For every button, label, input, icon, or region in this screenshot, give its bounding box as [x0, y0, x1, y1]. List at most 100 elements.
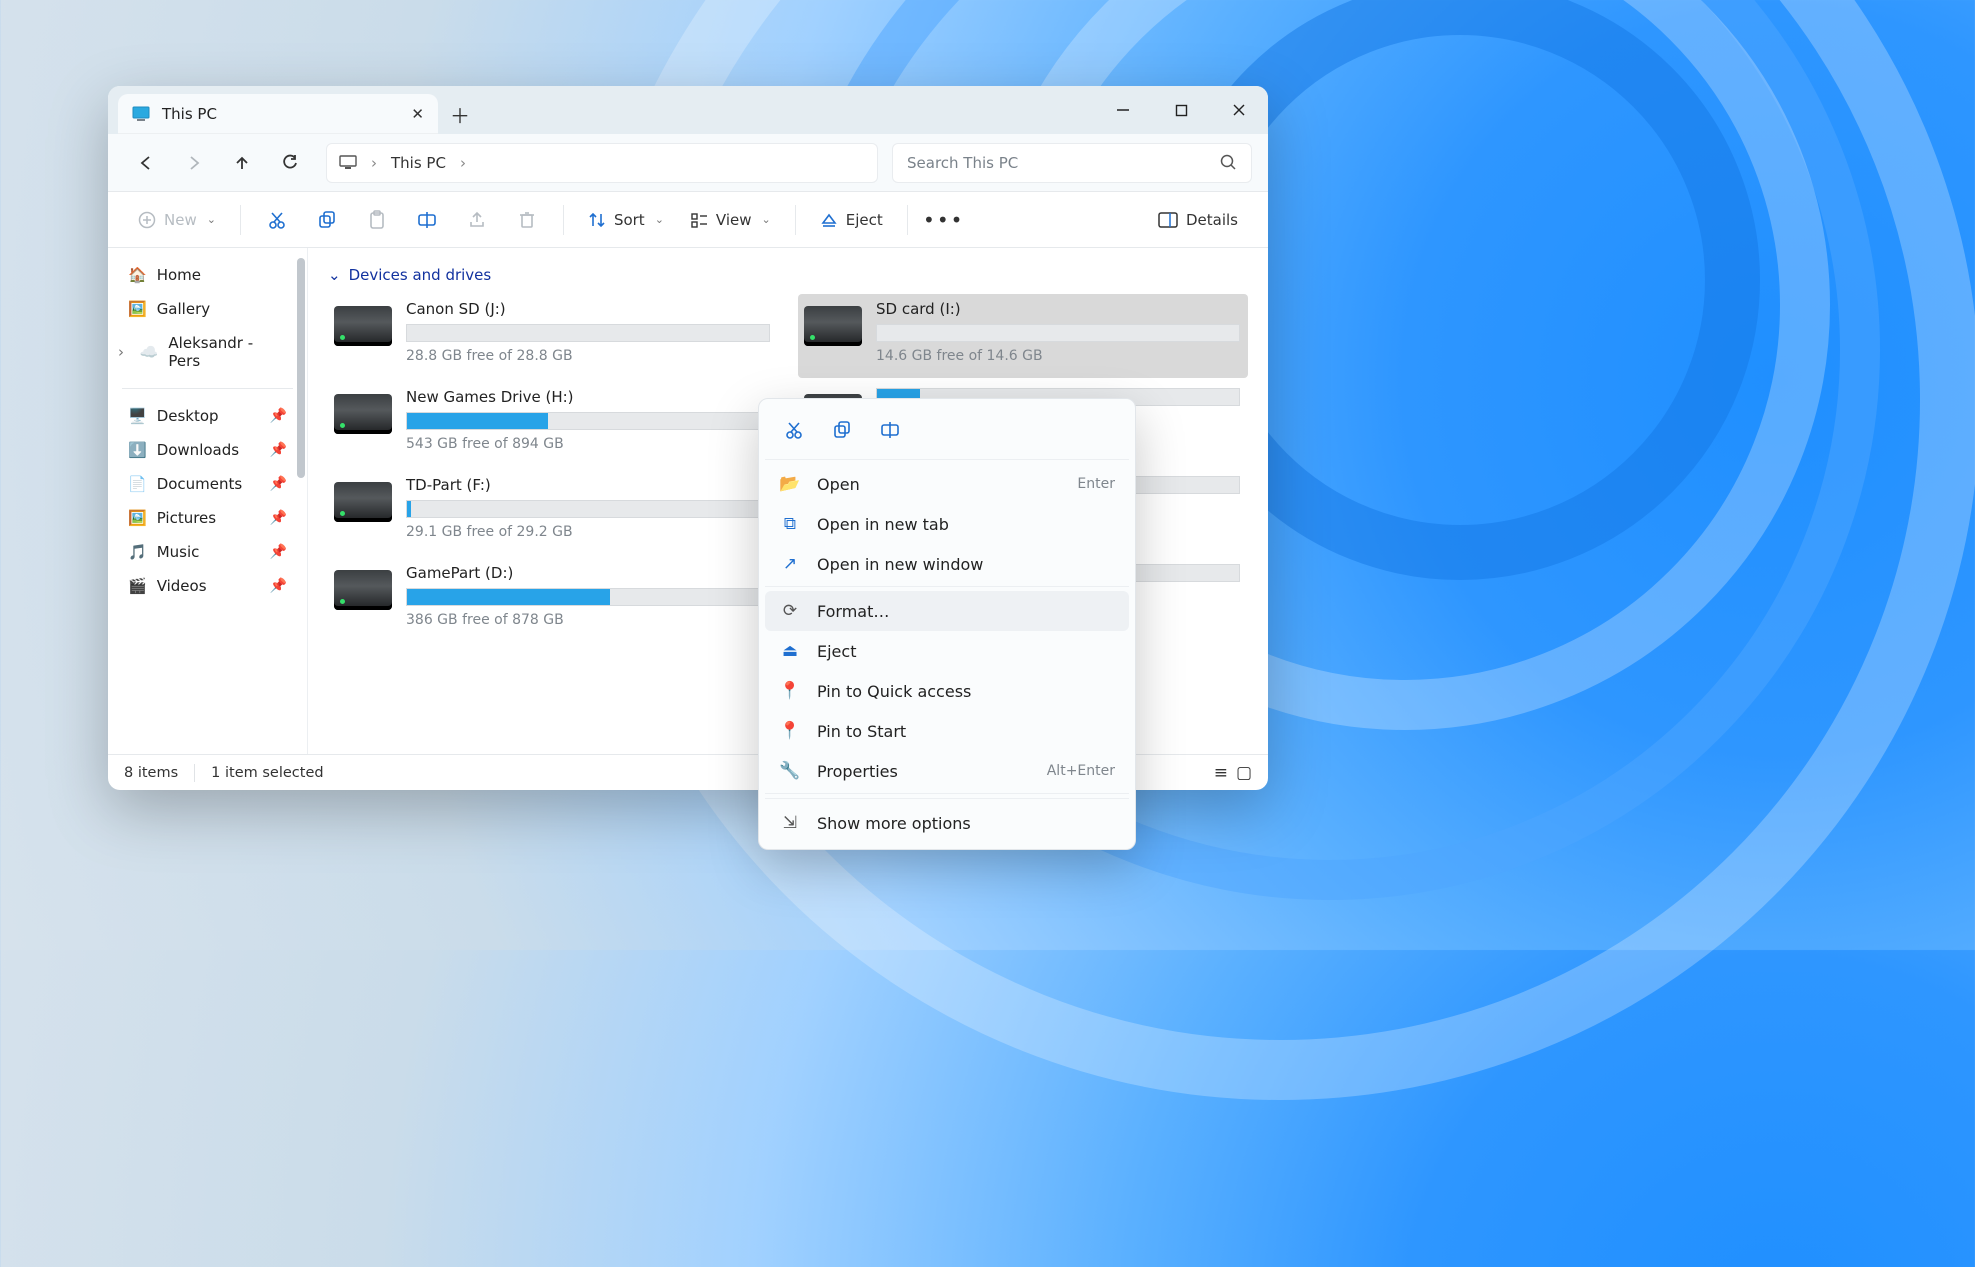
- breadcrumb[interactable]: › This PC ›: [326, 143, 878, 183]
- pin-icon: 📌: [270, 544, 287, 560]
- sidebar-label: Gallery: [157, 300, 210, 318]
- folder-icon: 🖼️: [128, 509, 147, 527]
- up-button[interactable]: [220, 143, 264, 183]
- details-label: Details: [1186, 211, 1238, 229]
- sort-button[interactable]: Sort⌄: [578, 200, 674, 240]
- details-button[interactable]: Details: [1148, 200, 1248, 240]
- sidebar-label: Aleksandr - Pers: [168, 334, 287, 370]
- ctx-item-label: Properties: [817, 762, 898, 781]
- ctx-item-pin-to-quick-access[interactable]: 📍 Pin to Quick access: [765, 671, 1129, 711]
- share-button[interactable]: [455, 200, 499, 240]
- ctx-item-label: Format…: [817, 602, 889, 621]
- nav-row: › This PC › Search This PC: [108, 134, 1268, 192]
- drive-free: 543 GB free of 894 GB: [406, 436, 770, 452]
- drive-name: New Games Drive (H:): [406, 388, 770, 406]
- new-button[interactable]: New⌄: [128, 200, 226, 240]
- drive-name: Canon SD (J:): [406, 300, 770, 318]
- drive-name: GamePart (D:): [406, 564, 770, 582]
- tab-this-pc[interactable]: This PC ✕: [118, 94, 438, 134]
- drive-item[interactable]: New Games Drive (H:) 543 GB free of 894 …: [328, 382, 778, 466]
- drive-icon: [334, 570, 392, 610]
- eject-button[interactable]: Eject: [810, 200, 893, 240]
- minimize-button[interactable]: [1094, 86, 1152, 134]
- search-input[interactable]: Search This PC: [892, 143, 1252, 183]
- sidebar-item-home[interactable]: 🏠Home: [114, 258, 301, 292]
- tab-title: This PC: [162, 105, 217, 123]
- sidebar-item-videos[interactable]: 🎬 Videos 📌: [114, 569, 301, 603]
- sidebar-item-pictures[interactable]: 🖼️Pictures📌: [114, 501, 301, 535]
- refresh-button[interactable]: [268, 143, 312, 183]
- ctx-item-label: Eject: [817, 642, 856, 661]
- ctx-cut-button[interactable]: [775, 413, 813, 447]
- more-button[interactable]: •••: [922, 200, 966, 240]
- drive-item[interactable]: SD card (I:) 14.6 GB free of 14.6 GB: [798, 294, 1248, 378]
- wrench-icon: 🔧: [779, 761, 801, 781]
- drive-free: 386 GB free of 878 GB: [406, 612, 770, 628]
- pin-icon: 📌: [270, 408, 287, 424]
- sidebar-item-music[interactable]: 🎵Music📌: [114, 535, 301, 569]
- group-header-devices[interactable]: ⌄ Devices and drives: [328, 260, 1248, 294]
- breadcrumb-segment[interactable]: This PC: [391, 154, 446, 172]
- divider: [122, 388, 293, 389]
- drive-icon: [804, 306, 862, 346]
- sidebar-item-downloads[interactable]: ⬇️Downloads📌: [114, 433, 301, 467]
- chevron-right-icon: ›: [460, 154, 466, 172]
- ctx-item-open-in-new-window[interactable]: ↗Open in new window: [765, 544, 1129, 584]
- folder-icon: 📂: [779, 474, 801, 494]
- ctx-item-eject[interactable]: ⏏Eject: [765, 631, 1129, 671]
- home-icon: 🏠: [128, 266, 147, 284]
- copy-button[interactable]: [305, 200, 349, 240]
- ctx-item-open-in-new-tab[interactable]: ⧉Open in new tab: [765, 504, 1129, 544]
- ctx-item-properties[interactable]: 🔧 Properties Alt+Enter: [765, 751, 1129, 791]
- ctx-shortcut: Alt+Enter: [1047, 763, 1115, 779]
- ctx-item-format-[interactable]: ⟳Format…: [765, 591, 1129, 631]
- sort-label: Sort: [614, 211, 645, 229]
- tiles-view-toggle[interactable]: ▢: [1236, 763, 1252, 783]
- maximize-button[interactable]: [1152, 86, 1210, 134]
- sidebar-item-documents[interactable]: 📄Documents📌: [114, 467, 301, 501]
- paste-button[interactable]: [355, 200, 399, 240]
- window-controls: [1094, 86, 1268, 134]
- sidebar-label: Videos: [157, 577, 207, 595]
- ctx-item-pin-to-start[interactable]: 📍Pin to Start: [765, 711, 1129, 751]
- ctx-item-label: Show more options: [817, 814, 971, 833]
- tab-close-icon[interactable]: ✕: [411, 105, 424, 123]
- pin-icon: 📌: [270, 510, 287, 526]
- chevron-right-icon[interactable]: ›: [118, 343, 130, 361]
- new-label: New: [164, 211, 197, 229]
- new-tab-button[interactable]: ＋: [438, 94, 482, 134]
- close-button[interactable]: [1210, 86, 1268, 134]
- drive-item[interactable]: TD-Part (F:) 29.1 GB free of 29.2 GB: [328, 470, 778, 554]
- back-button[interactable]: [124, 143, 168, 183]
- folder-icon: 📄: [128, 475, 147, 493]
- drive-item[interactable]: GamePart (D:) 386 GB free of 878 GB: [328, 558, 778, 642]
- chevron-down-icon: ⌄: [328, 266, 341, 284]
- ctx-item-open[interactable]: 📂OpenEnter: [765, 464, 1129, 504]
- gallery-icon: 🖼️: [128, 300, 147, 318]
- sidebar: 🏠Home 🖼️ Gallery ›☁️Aleksandr - Pers 🖥️De…: [108, 248, 308, 754]
- ctx-item-show-more-options[interactable]: ⇲Show more options: [765, 803, 1129, 843]
- sidebar-label: Documents: [157, 475, 243, 493]
- ctx-copy-button[interactable]: [823, 413, 861, 447]
- sidebar-item-desktop[interactable]: 🖥️Desktop📌: [114, 399, 301, 433]
- view-button[interactable]: View⌄: [680, 200, 781, 240]
- sidebar-item-onedrive[interactable]: ›☁️Aleksandr - Pers: [114, 326, 301, 378]
- sidebar-item-gallery[interactable]: 🖼️ Gallery: [114, 292, 301, 326]
- drive-item[interactable]: Canon SD (J:) 28.8 GB free of 28.8 GB: [328, 294, 778, 378]
- delete-button[interactable]: [505, 200, 549, 240]
- context-menu: 📂OpenEnter⧉Open in new tab↗Open in new w…: [758, 398, 1136, 850]
- details-view-toggle[interactable]: ≡: [1214, 763, 1228, 783]
- drive-usage-bar: [406, 588, 770, 606]
- pin-icon: 📌: [270, 578, 287, 594]
- chevron-right-icon: ›: [371, 154, 377, 172]
- cut-button[interactable]: [255, 200, 299, 240]
- forward-button[interactable]: [172, 143, 216, 183]
- item-count: 8 items: [124, 765, 178, 781]
- drive-free: 14.6 GB free of 14.6 GB: [876, 348, 1240, 364]
- rename-button[interactable]: [405, 200, 449, 240]
- ctx-item-label: Pin to Quick access: [817, 682, 971, 701]
- titlebar: This PC ✕ ＋: [108, 86, 1268, 134]
- ctx-rename-button[interactable]: [871, 413, 909, 447]
- folder-icon: 🎬: [128, 577, 147, 595]
- pin-icon: 📍: [779, 681, 801, 701]
